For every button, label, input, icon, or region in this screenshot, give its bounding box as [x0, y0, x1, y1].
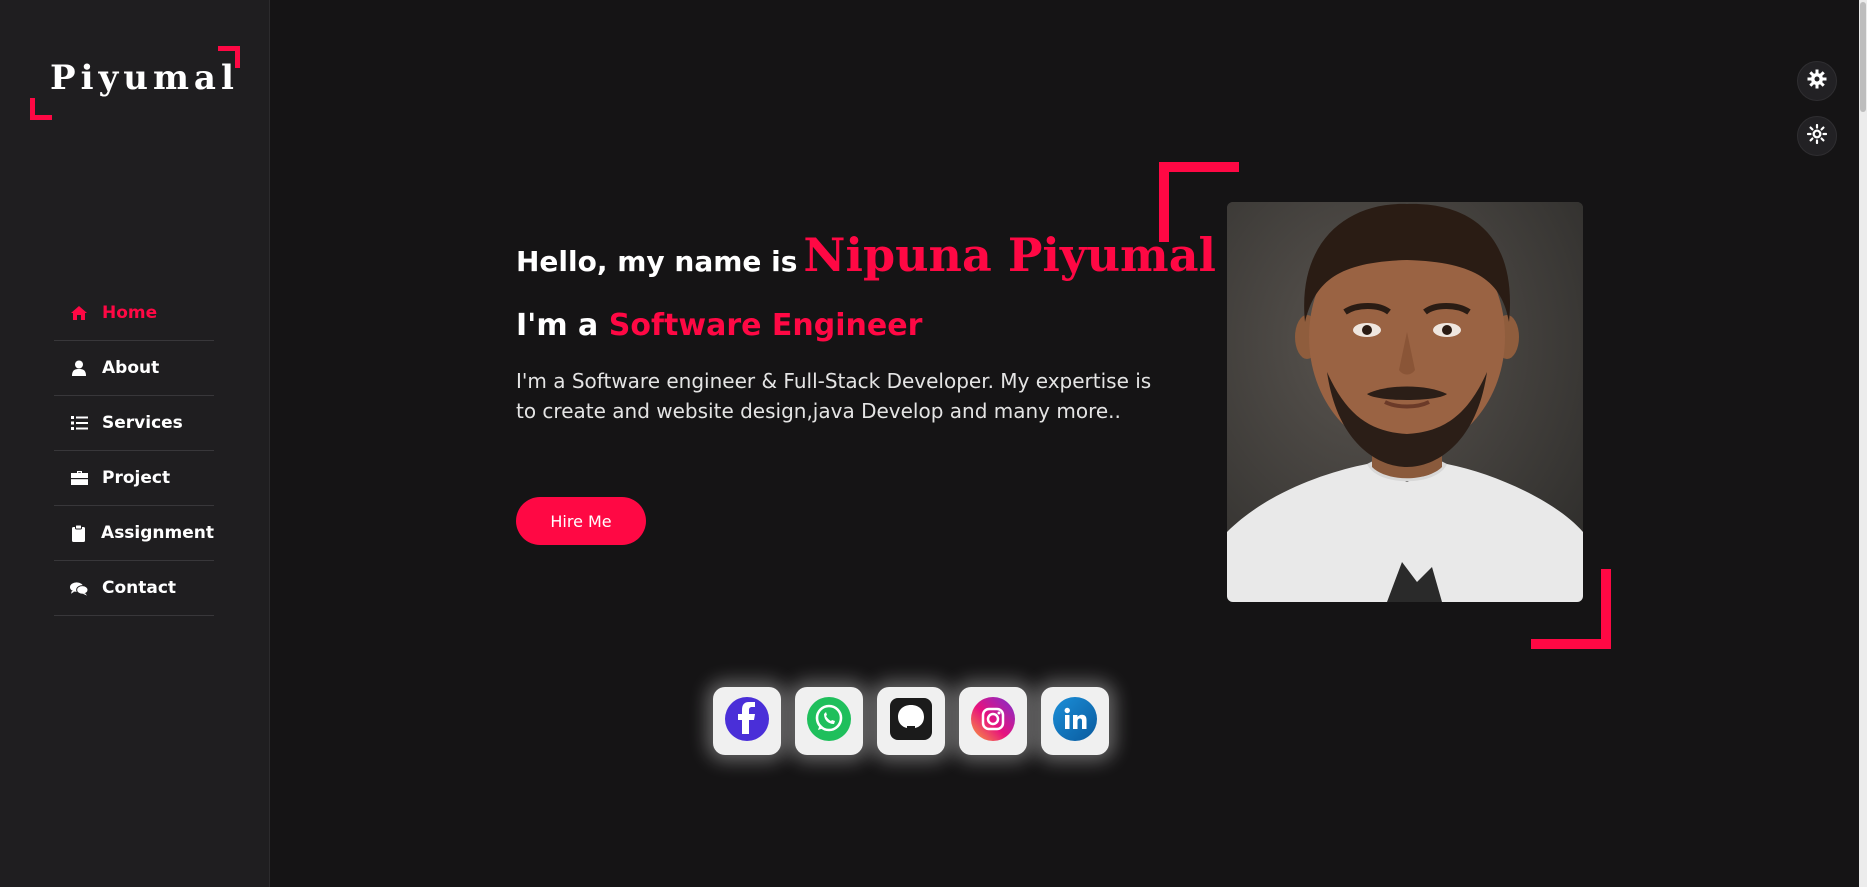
- linkedin-icon: [1052, 696, 1098, 747]
- instagram-icon: [970, 696, 1016, 747]
- logo-text: Piyumal: [50, 58, 239, 98]
- sidebar-item-label: Services: [102, 413, 183, 433]
- user-icon: [70, 359, 88, 377]
- facebook-icon: [724, 696, 770, 747]
- hero-role-prefix: I'm a: [516, 308, 599, 343]
- sidebar-nav: Home About Services Project Assignment C…: [54, 286, 214, 616]
- whatsapp-button[interactable]: [795, 687, 863, 755]
- logo-bracket-bottom-left: [30, 98, 52, 120]
- gear-icon: [1807, 69, 1827, 94]
- social-links: [713, 687, 1109, 755]
- sidebar-item-label: Contact: [102, 578, 177, 598]
- instagram-button[interactable]: [959, 687, 1027, 755]
- whatsapp-icon: [806, 696, 852, 747]
- hero-description: I'm a Software engineer & Full-Stack Dev…: [516, 369, 1152, 423]
- sidebar: Piyumal Home About Services Project Assi…: [0, 0, 270, 887]
- facebook-button[interactable]: [713, 687, 781, 755]
- sidebar-item-project[interactable]: Project: [54, 451, 214, 506]
- theme-toggle-button[interactable]: [1797, 116, 1837, 156]
- hire-me-button[interactable]: Hire Me: [516, 497, 646, 545]
- hero-greeting: Hello, my name is: [516, 245, 798, 278]
- clipboard-icon: [70, 524, 87, 542]
- sidebar-item-contact[interactable]: Contact: [54, 561, 214, 616]
- sidebar-item-label: Project: [102, 468, 171, 488]
- hero-role-line: I'm a Software Engineer: [516, 308, 922, 343]
- scrollbar-thumb[interactable]: [1860, 2, 1866, 112]
- sidebar-item-home[interactable]: Home: [54, 286, 214, 341]
- sidebar-item-label: Home: [102, 303, 158, 323]
- sidebar-item-label: Assignment: [101, 523, 214, 543]
- hero-greeting-line: Hello, my name is Nipuna Piyumal: [516, 228, 1216, 282]
- logo[interactable]: Piyumal: [30, 46, 240, 120]
- home-icon: [70, 304, 88, 322]
- scrollbar[interactable]: [1859, 0, 1867, 887]
- settings-button[interactable]: [1797, 61, 1837, 101]
- list-icon: [70, 414, 88, 432]
- hero-role: Software Engineer: [608, 308, 923, 343]
- sun-icon: [1806, 123, 1828, 149]
- github-icon: [888, 696, 934, 747]
- sidebar-item-label: About: [102, 358, 160, 378]
- sidebar-item-assignment[interactable]: Assignment: [54, 506, 214, 561]
- hero-name: Nipuna Piyumal: [803, 228, 1217, 282]
- profile-photo: [1227, 202, 1583, 602]
- linkedin-button[interactable]: [1041, 687, 1109, 755]
- github-button[interactable]: [877, 687, 945, 755]
- sidebar-item-about[interactable]: About: [54, 341, 214, 396]
- briefcase-icon: [70, 469, 88, 487]
- sidebar-item-services[interactable]: Services: [54, 396, 214, 451]
- comments-icon: [70, 579, 88, 597]
